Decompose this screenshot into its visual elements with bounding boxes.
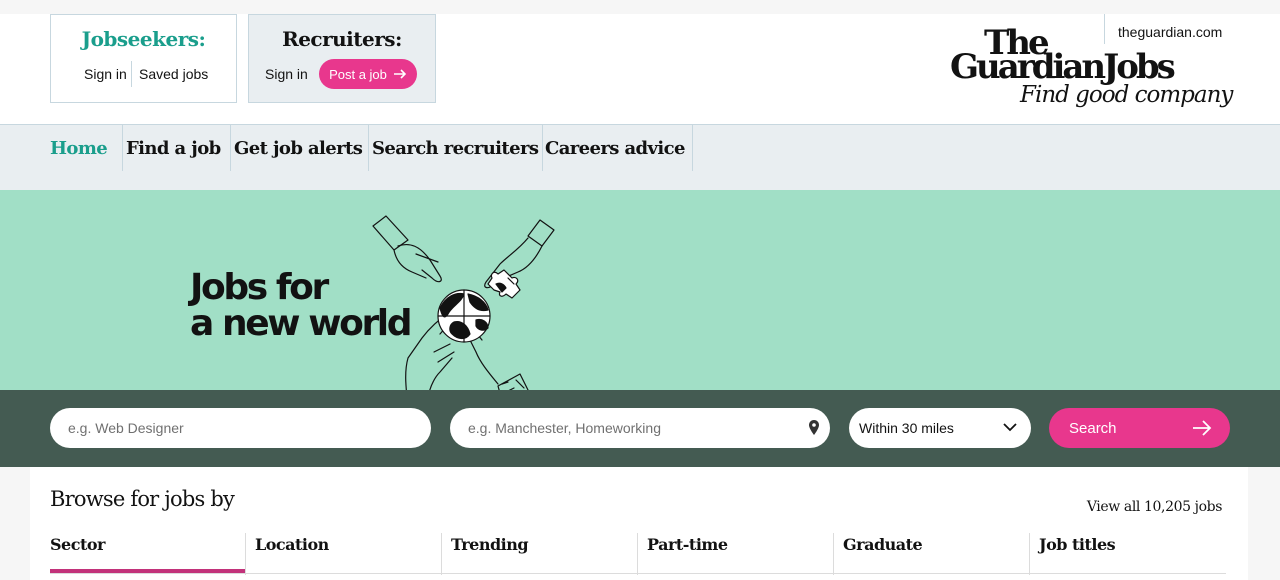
post-a-job-button[interactable]: Post a job <box>319 59 417 89</box>
browse-jobs-panel: Browse for jobs by View all 10,205 jobs … <box>30 467 1248 580</box>
tab-sector[interactable]: Sector <box>50 533 246 575</box>
tab-label: Graduate <box>843 535 923 554</box>
divider <box>131 61 132 87</box>
saved-jobs-link[interactable]: Saved jobs <box>139 66 208 82</box>
divider <box>692 125 693 171</box>
tab-label: Part-time <box>647 535 728 554</box>
tab-part-time[interactable]: Part-time <box>638 533 834 575</box>
tab-label: Sector <box>50 535 105 554</box>
nav-item-careers-advice[interactable]: Careers advice <box>542 125 689 171</box>
recruiters-sign-in-link[interactable]: Sign in <box>265 66 308 82</box>
keyword-search-input[interactable]: e.g. Web Designer <box>50 408 431 448</box>
logo-tagline: Find good company <box>1020 82 1233 108</box>
hero-banner: Jobs for a new world <box>0 190 1280 390</box>
location-pin-icon <box>809 420 819 435</box>
keyword-placeholder: e.g. Web Designer <box>68 420 184 436</box>
jobseekers-sign-in-link[interactable]: Sign in <box>84 66 127 82</box>
nav-item-search-recruiters[interactable]: Search recruiters <box>369 125 542 171</box>
nav-item-home[interactable]: Home <box>47 125 111 171</box>
tab-job-titles[interactable]: Job titles <box>1030 533 1226 573</box>
browse-title: Browse for jobs by <box>50 487 235 511</box>
logo-line-2: GuardianJobs <box>950 47 1176 87</box>
search-button[interactable]: Search <box>1049 408 1230 448</box>
hands-puzzle-globe-illustration <box>372 215 555 390</box>
location-search-input[interactable]: e.g. Manchester, Homeworking <box>450 408 830 448</box>
tab-label: Location <box>255 535 329 554</box>
job-search-bar: e.g. Web Designer e.g. Manchester, Homew… <box>0 390 1280 467</box>
nav-item-find-a-job[interactable]: Find a job <box>123 125 225 171</box>
arrow-right-icon <box>393 69 407 79</box>
active-tab-indicator <box>50 569 245 573</box>
nav-item-get-job-alerts[interactable]: Get job alerts <box>231 125 366 171</box>
post-a-job-label: Post a job <box>329 66 387 82</box>
main-nav: Home Find a job Get job alerts Search re… <box>0 124 1280 190</box>
tab-graduate[interactable]: Graduate <box>834 533 1030 575</box>
tab-trending[interactable]: Trending <box>442 533 638 575</box>
jobseekers-panel: Jobseekers: Sign in Saved jobs <box>50 14 237 103</box>
tab-label: Trending <box>451 535 529 554</box>
jobseekers-title: Jobseekers: <box>81 27 206 51</box>
tabs-baseline <box>50 573 1226 574</box>
recruiters-panel: Recruiters: Sign in Post a job <box>248 14 436 103</box>
search-button-label: Search <box>1069 419 1117 437</box>
distance-select[interactable]: Within 30 miles <box>849 408 1031 448</box>
tab-location[interactable]: Location <box>246 533 442 575</box>
recruiters-title: Recruiters: <box>282 27 402 51</box>
view-all-jobs-link[interactable]: View all 10,205 jobs <box>1087 499 1223 515</box>
location-placeholder: e.g. Manchester, Homeworking <box>468 420 661 436</box>
arrow-right-icon <box>1193 420 1212 436</box>
distance-value: Within 30 miles <box>859 420 954 436</box>
tab-label: Job titles <box>1039 535 1116 554</box>
guardian-jobs-logo[interactable]: The GuardianJobs Find good company <box>950 26 1233 116</box>
chevron-down-icon <box>1003 423 1017 432</box>
site-header: Jobseekers: Sign in Saved jobs Recruiter… <box>0 14 1280 124</box>
